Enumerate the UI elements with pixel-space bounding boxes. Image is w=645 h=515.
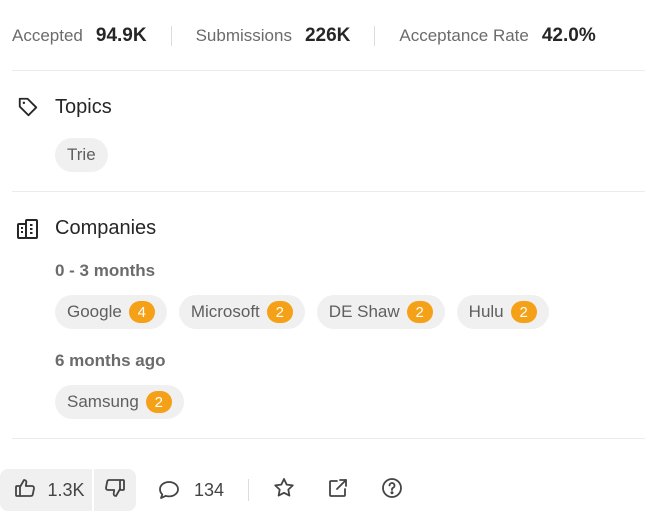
stat-label: Acceptance Rate xyxy=(399,26,529,45)
share-button[interactable] xyxy=(325,477,351,503)
companies-period-heading: 0 - 3 months xyxy=(55,261,156,280)
topics-title[interactable]: Topics xyxy=(55,96,112,119)
companies-chip-row: Google 4 Microsoft 2 DE Shaw 2 Hulu 2 xyxy=(55,295,549,329)
thumbs-up-icon xyxy=(13,476,37,505)
stat-divider xyxy=(374,26,376,46)
stat-value: 226K xyxy=(304,25,351,46)
favorite-button[interactable] xyxy=(271,477,297,503)
company-chip-label: Hulu xyxy=(468,302,504,321)
company-count-badge: 2 xyxy=(145,391,172,413)
company-chip-google[interactable]: Google 4 xyxy=(55,295,167,329)
company-chip-de-shaw[interactable]: DE Shaw 2 xyxy=(316,295,445,329)
company-count-badge: 2 xyxy=(406,301,433,323)
section-divider xyxy=(12,70,645,71)
vote-group: 1.3K xyxy=(0,469,136,511)
topic-chip-label: Trie xyxy=(67,145,96,164)
company-count-badge: 2 xyxy=(266,301,293,323)
stat-value: 94.9K xyxy=(95,25,147,46)
like-button[interactable]: 1.3K xyxy=(0,469,92,511)
company-chip-label: Google xyxy=(67,302,122,321)
star-icon xyxy=(272,476,296,505)
help-button[interactable] xyxy=(379,477,405,503)
comment-count: 134 xyxy=(194,479,225,500)
section-divider xyxy=(12,191,645,192)
comments-button[interactable]: 134 xyxy=(156,477,224,503)
stat-label: Accepted xyxy=(12,26,83,45)
help-icon xyxy=(380,476,404,505)
company-chip-label: Samsung xyxy=(67,392,139,411)
company-chip-label: Microsoft xyxy=(190,302,260,321)
companies-chip-row: Samsung 2 xyxy=(55,385,184,419)
companies-title[interactable]: Companies xyxy=(55,217,156,240)
company-chip-hulu[interactable]: Hulu 2 xyxy=(456,295,549,329)
company-count-badge: 2 xyxy=(510,301,537,323)
topics-chip-row: Trie xyxy=(55,138,108,172)
stat-submissions: Submissions 226K xyxy=(196,25,351,47)
company-chip-microsoft[interactable]: Microsoft 2 xyxy=(178,295,305,329)
stat-divider xyxy=(170,26,172,46)
stats-row: Accepted 94.9K Submissions 226K Acceptan… xyxy=(12,22,596,50)
tag-icon xyxy=(15,94,41,120)
action-bar: 1.3K 134 xyxy=(0,469,405,511)
topic-chip[interactable]: Trie xyxy=(55,138,108,172)
thumbs-down-icon xyxy=(103,476,127,505)
company-chip-samsung[interactable]: Samsung 2 xyxy=(55,385,184,419)
stat-acceptance-rate: Acceptance Rate 42.0% xyxy=(399,25,595,47)
companies-period-heading: 6 months ago xyxy=(55,351,166,370)
dislike-button[interactable] xyxy=(94,469,136,511)
section-divider xyxy=(12,438,645,439)
building-icon xyxy=(15,216,41,242)
company-count-badge: 4 xyxy=(128,301,155,323)
action-divider xyxy=(248,479,250,501)
external-link-icon xyxy=(326,476,350,505)
like-count: 1.3K xyxy=(47,479,85,500)
stat-value: 42.0% xyxy=(541,25,596,46)
comment-icon xyxy=(156,477,182,503)
stat-accepted: Accepted 94.9K xyxy=(12,25,147,47)
company-chip-label: DE Shaw xyxy=(328,302,400,321)
stat-label: Submissions xyxy=(195,26,292,45)
